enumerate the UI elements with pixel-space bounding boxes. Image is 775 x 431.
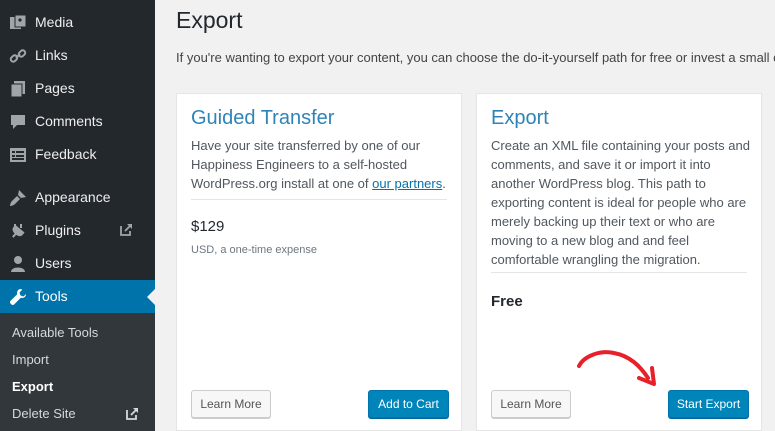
wrench-icon	[9, 289, 26, 306]
sidebar-item-label: Pages	[35, 80, 75, 96]
card-description: Have your site transferred by one of our…	[191, 136, 446, 193]
tools-submenu: Available Tools Import Export Delete Sit…	[0, 313, 155, 431]
desc-end: .	[442, 176, 446, 191]
add-to-cart-button[interactable]: Add to Cart	[368, 390, 449, 418]
divider	[191, 199, 447, 200]
external-link-icon	[120, 224, 132, 236]
link-icon	[9, 49, 27, 63]
card-description: Create an XML file containing your posts…	[491, 136, 750, 269]
sidebar-item-label: Users	[35, 255, 72, 271]
price-note: USD, a one-time expense	[191, 244, 317, 256]
feedback-form-icon	[10, 148, 26, 162]
submenu-item-import[interactable]: Import	[12, 352, 49, 367]
sidebar-item-label: Appearance	[35, 189, 111, 205]
sidebar-item-label: Feedback	[35, 146, 97, 162]
desc-line: comments, and save it or import it into	[491, 157, 711, 172]
desc-line: Have your site transferred by one of our	[191, 138, 421, 153]
guided-transfer-card: Guided Transfer Have your site transferr…	[176, 93, 462, 431]
card-title: Guided Transfer	[191, 107, 335, 129]
comment-bubble-icon	[11, 115, 25, 129]
admin-sidebar: Media Links Pages Comments Feedback Appe…	[0, 0, 155, 431]
sidebar-item-users[interactable]: Users	[0, 247, 155, 280]
start-export-button[interactable]: Start Export	[668, 390, 749, 418]
divider	[491, 272, 747, 273]
sidebar-item-label: Tools	[35, 288, 68, 304]
plug-icon	[12, 224, 25, 238]
price-value: $129	[191, 218, 225, 235]
learn-more-button[interactable]: Learn More	[191, 390, 271, 418]
desc-line: comfortable wrangling the migration.	[491, 252, 701, 267]
our-partners-link[interactable]: our partners	[372, 176, 442, 191]
submenu-item-export[interactable]: Export	[12, 379, 53, 394]
desc-line: Create an XML file containing your posts…	[491, 138, 750, 153]
sidebar-item-tools[interactable]: Tools	[0, 280, 155, 313]
desc-line: merely backing up their text or who are	[491, 214, 715, 229]
user-icon	[11, 256, 25, 272]
page-title: Export	[176, 7, 243, 33]
intro-text: If you're wanting to export your content…	[176, 50, 775, 65]
sidebar-item-label: Media	[35, 14, 74, 30]
pages-icon	[10, 81, 25, 98]
sidebar-item-media[interactable]: Media	[0, 6, 155, 39]
learn-more-button[interactable]: Learn More	[491, 390, 571, 418]
submenu-item-delete-site[interactable]: Delete Site	[12, 406, 76, 421]
desc-line: Happiness Engineers to a self-hosted	[191, 157, 408, 172]
paintbrush-icon	[10, 190, 26, 206]
desc-line: another WordPress blog. This path to	[491, 176, 706, 191]
sidebar-item-links[interactable]: Links	[0, 39, 155, 72]
sidebar-item-feedback[interactable]: Feedback	[0, 138, 155, 171]
sidebar-item-appearance[interactable]: Appearance	[0, 181, 155, 214]
annotation-arrow-icon	[577, 350, 656, 386]
desc-line: exporting content is ideal for people wh…	[491, 195, 747, 210]
sidebar-item-plugins[interactable]: Plugins	[0, 214, 155, 247]
sidebar-item-label: Plugins	[35, 222, 81, 238]
sidebar-item-pages[interactable]: Pages	[0, 72, 155, 105]
submenu-item-available-tools[interactable]: Available Tools	[12, 325, 98, 340]
sidebar-item-comments[interactable]: Comments	[0, 105, 155, 138]
sidebar-item-label: Comments	[35, 113, 103, 129]
sidebar-item-label: Links	[35, 47, 68, 63]
desc-line: WordPress.org install at one of	[191, 176, 369, 191]
external-link-icon	[126, 408, 138, 420]
price-value: Free	[491, 293, 523, 310]
media-icon	[10, 14, 27, 29]
desc-line: moving to a new blog and and feel	[491, 233, 690, 248]
card-title: Export	[491, 107, 549, 129]
